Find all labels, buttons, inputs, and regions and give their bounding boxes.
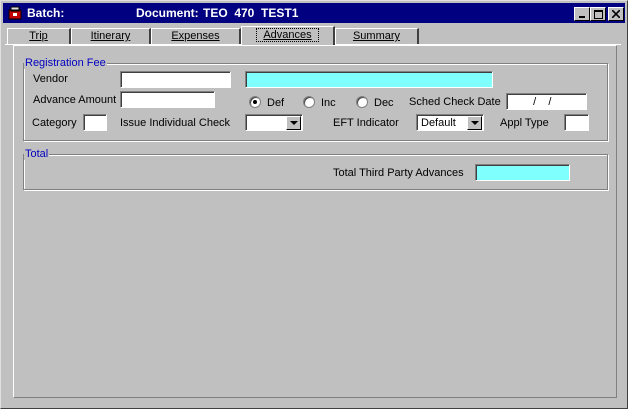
batch-label: Batch: — [27, 6, 65, 20]
tab-expenses[interactable]: Expenses — [151, 28, 241, 44]
maximize-button[interactable] — [590, 7, 606, 21]
maximize-icon — [593, 9, 603, 19]
eft-indicator-label: EFT Indicator — [333, 117, 399, 129]
advance-amount-label: Advance Amount — [33, 94, 117, 106]
title-bar[interactable]: Batch: Document: TEO 470 TEST1 — [3, 3, 625, 23]
batch-window: Batch: Document: TEO 470 TEST1 Trip Itin… — [0, 0, 628, 409]
tab-label: Expenses — [171, 30, 220, 42]
tab-label: Trip — [29, 30, 48, 42]
issue-check-dropdown-button[interactable] — [286, 116, 301, 130]
tab-label: Summary — [352, 30, 401, 42]
issue-check-label: Issue Individual Check — [120, 117, 231, 129]
eft-dropdown-button[interactable] — [467, 116, 482, 130]
tab-advances[interactable]: Advances — [241, 26, 335, 45]
radio-def-label: Def — [267, 97, 285, 109]
third-party-advances-field — [475, 164, 570, 181]
eft-indicator-select[interactable]: Default — [416, 114, 484, 131]
close-button[interactable] — [608, 7, 624, 21]
radio-dec[interactable] — [356, 96, 368, 108]
chevron-down-icon — [290, 121, 298, 125]
third-party-advances-label: Total Third Party Advances — [333, 167, 464, 179]
radio-dec-label: Dec — [374, 97, 394, 109]
total-title: Total — [24, 148, 50, 160]
minimize-icon — [579, 16, 585, 18]
minimize-button[interactable] — [574, 7, 590, 21]
tab-label: Itinerary — [90, 30, 131, 42]
issue-check-select[interactable] — [245, 114, 303, 131]
sched-check-date-label: Sched Check Date — [409, 96, 501, 108]
category-input[interactable] — [83, 114, 107, 131]
sched-check-date-value: / / — [527, 96, 552, 108]
document-label: Document: — [136, 6, 199, 20]
radio-inc[interactable] — [303, 96, 315, 108]
eft-indicator-value: Default — [421, 117, 456, 129]
vendor-label: Vendor — [33, 73, 68, 85]
radio-selected-dot — [253, 100, 257, 104]
tab-trip[interactable]: Trip — [7, 28, 71, 44]
vendor-code-input[interactable] — [120, 71, 231, 88]
tab-label: Advances — [256, 28, 319, 42]
app-icon — [7, 6, 23, 20]
category-label: Category — [32, 117, 77, 129]
tab-itinerary[interactable]: Itinerary — [71, 28, 151, 44]
sched-check-date-input[interactable]: / / — [506, 93, 587, 110]
document-id: TEO 470 TEST1 — [203, 6, 299, 20]
close-icon — [612, 10, 620, 18]
chevron-down-icon — [471, 121, 479, 125]
radio-def[interactable] — [249, 96, 261, 108]
radio-inc-label: Inc — [321, 97, 336, 109]
vendor-name-field[interactable] — [245, 71, 493, 88]
appl-type-input[interactable] — [564, 114, 589, 131]
appl-type-label: Appl Type — [500, 117, 549, 129]
advance-amount-input[interactable] — [120, 91, 215, 108]
registration-fee-title: Registration Fee — [24, 57, 107, 69]
tab-summary[interactable]: Summary — [335, 28, 419, 44]
